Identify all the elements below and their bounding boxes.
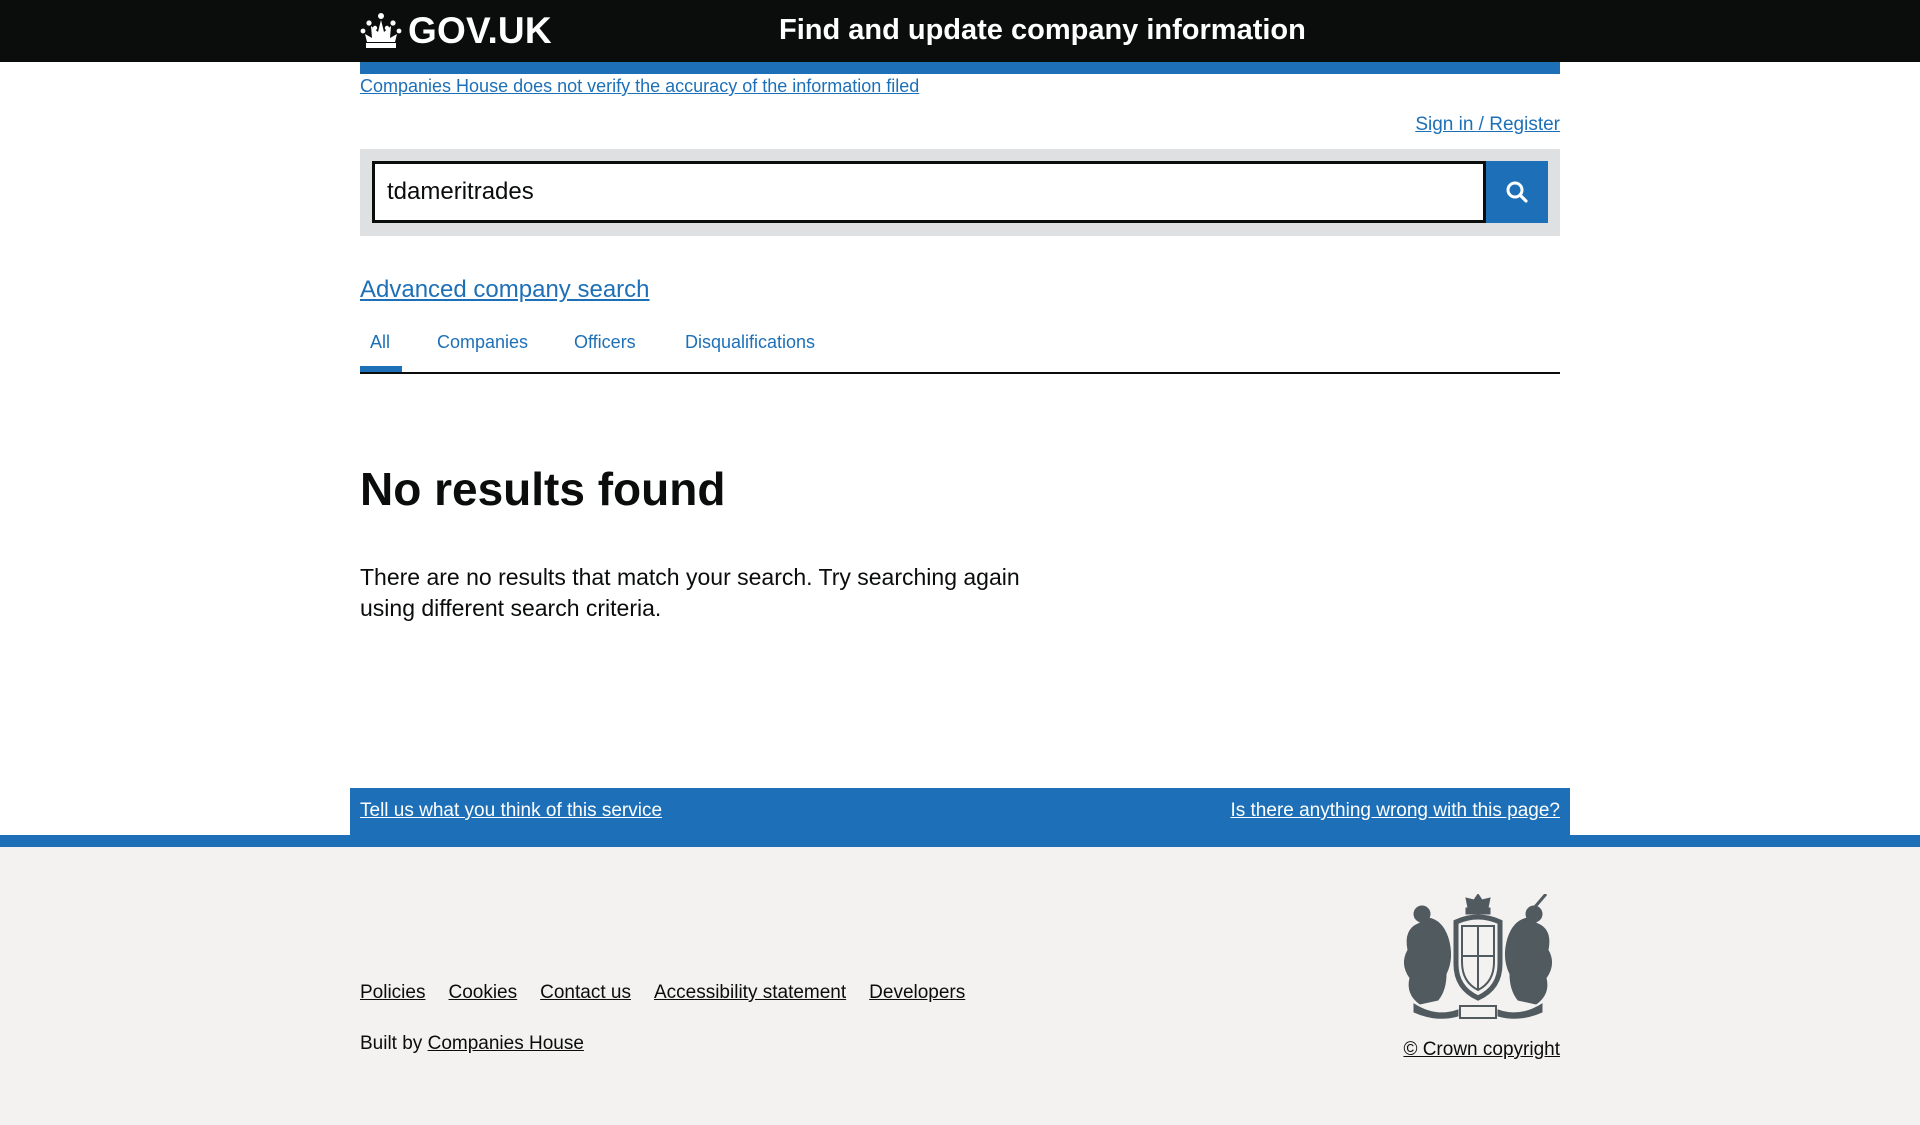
footer-link-cookies[interactable]: Cookies bbox=[448, 982, 517, 1004]
site-footer: Policies Cookies Contact us Accessibilit… bbox=[0, 847, 1920, 1125]
footer-link-policies[interactable]: Policies bbox=[360, 982, 425, 1004]
tab-all[interactable]: All bbox=[370, 332, 390, 353]
search-type-tabs: All Companies Officers Disqualifications bbox=[360, 326, 1560, 374]
tab-companies[interactable]: Companies bbox=[437, 332, 528, 353]
advanced-search-link[interactable]: Advanced company search bbox=[360, 276, 650, 304]
tab-disqualifications[interactable]: Disqualifications bbox=[685, 332, 815, 353]
built-by-prefix: Built by bbox=[360, 1033, 423, 1054]
report-problem-link[interactable]: Is there anything wrong with this page? bbox=[1230, 800, 1560, 822]
tab-officers[interactable]: Officers bbox=[574, 332, 636, 353]
companies-house-link[interactable]: Companies House bbox=[428, 1033, 584, 1054]
search-panel bbox=[360, 149, 1560, 236]
header-blue-rule bbox=[360, 62, 1560, 74]
crown-icon bbox=[360, 13, 402, 48]
sign-in-register-link[interactable]: Sign in / Register bbox=[1415, 114, 1560, 136]
service-feedback-link[interactable]: Tell us what you think of this service bbox=[360, 800, 662, 822]
footer-link-contact-us[interactable]: Contact us bbox=[540, 982, 631, 1004]
search-button[interactable] bbox=[1486, 161, 1548, 223]
footer-links: Policies Cookies Contact us Accessibilit… bbox=[360, 982, 965, 1004]
royal-coat-of-arms-icon bbox=[1404, 894, 1552, 1019]
built-by: Built by Companies House bbox=[360, 1033, 584, 1055]
page-heading: No results found bbox=[360, 463, 726, 515]
selected-tab-indicator bbox=[360, 366, 402, 372]
no-results-message: There are no results that match your sea… bbox=[360, 564, 1020, 621]
footer-link-developers[interactable]: Developers bbox=[869, 982, 965, 1004]
service-name-link[interactable]: Find and update company information bbox=[779, 14, 1306, 47]
disclaimer-link[interactable]: Companies House does not verify the accu… bbox=[360, 76, 919, 97]
footer-blue-rule bbox=[0, 835, 1920, 847]
crown-copyright-link[interactable]: © Crown copyright bbox=[1403, 1039, 1560, 1061]
site-header: GOV.UK Find and update company informati… bbox=[0, 0, 1920, 62]
logo-text: GOV.UK bbox=[408, 10, 552, 51]
search-input[interactable] bbox=[372, 161, 1486, 223]
feedback-bar: Tell us what you think of this service I… bbox=[350, 788, 1570, 835]
footer-link-accessibility-statement[interactable]: Accessibility statement bbox=[654, 982, 846, 1004]
search-icon bbox=[1506, 181, 1528, 203]
govuk-logo-link[interactable]: GOV.UK bbox=[360, 10, 552, 52]
